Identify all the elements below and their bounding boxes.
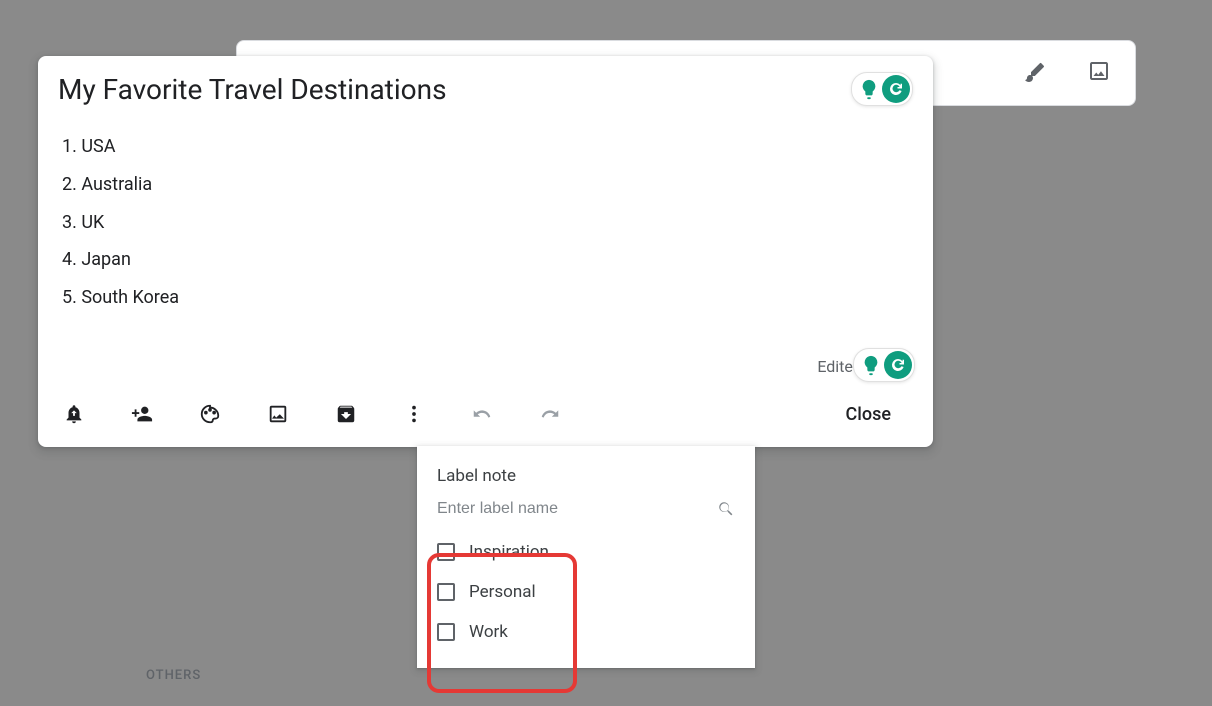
close-button[interactable]: Close [828,396,909,433]
label-note-menu: Label note Inspiration Personal Work [417,446,755,668]
list-item: 3. UK [62,204,909,242]
label-menu-title: Label note [417,460,755,496]
checkbox-icon[interactable] [437,543,455,561]
label-search-row [417,496,755,532]
bulb-icon [860,354,882,376]
search-icon [717,500,735,518]
list-item: 5. South Korea [62,279,909,317]
grammarly-g-icon [884,351,912,379]
bulb-icon [858,78,880,100]
label-item-inspiration[interactable]: Inspiration [425,532,747,572]
remind-me-button[interactable] [62,402,86,426]
brush-icon[interactable] [1023,59,1047,87]
undo-button[interactable] [470,402,494,426]
grammarly-g-icon [882,75,910,103]
background-options-button[interactable] [198,402,222,426]
note-toolbar: Close [58,390,913,447]
label-item-text: Inspiration [469,542,549,562]
section-header-others: OTHERS [146,668,201,683]
label-list: Inspiration Personal Work [417,532,755,652]
redo-button[interactable] [538,402,562,426]
note-title[interactable]: My Favorite Travel Destinations [58,73,851,106]
edited-timestamp: Edited Aug 2 [58,357,913,376]
note-editor-modal: My Favorite Travel Destinations 1. USA 2… [38,56,933,447]
archive-button[interactable] [334,402,358,426]
label-item-text: Work [469,622,508,642]
list-item: 4. Japan [62,241,909,279]
add-image-button[interactable] [266,402,290,426]
image-icon[interactable] [1087,59,1111,87]
grammarly-badge-bottom[interactable] [853,348,915,382]
collaborator-button[interactable] [130,402,154,426]
grammarly-badge-top[interactable] [851,72,913,106]
more-button[interactable] [402,402,426,426]
note-body[interactable]: 1. USA 2. Australia 3. UK 4. Japan 5. So… [58,122,913,357]
label-search-input[interactable] [437,500,717,518]
label-item-text: Personal [469,582,536,602]
list-item: 2. Australia [62,166,909,204]
label-item-work[interactable]: Work [425,612,747,652]
label-item-personal[interactable]: Personal [425,572,747,612]
checkbox-icon[interactable] [437,583,455,601]
list-item: 1. USA [62,128,909,166]
checkbox-icon[interactable] [437,623,455,641]
